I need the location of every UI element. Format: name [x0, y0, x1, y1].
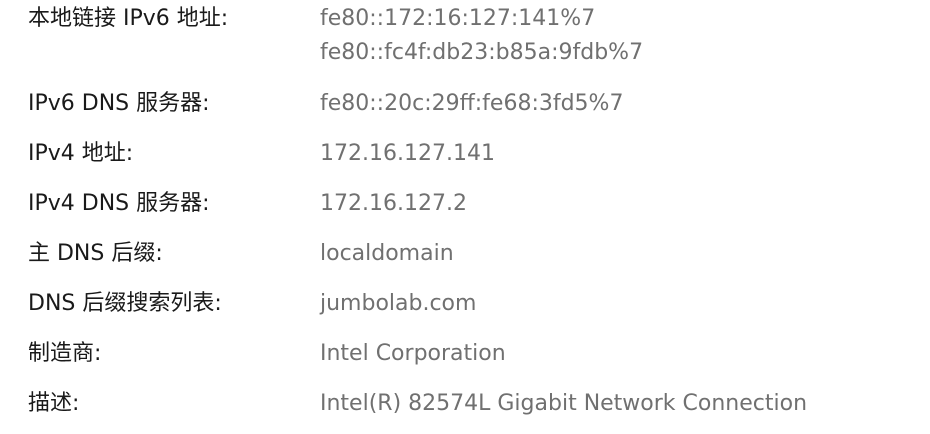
- property-value[interactable]: Intel Corporation: [320, 339, 506, 369]
- property-value-line[interactable]: fe80::172:16:127:141%7: [320, 4, 643, 38]
- property-value-line[interactable]: fe80::fc4f:db23:b85a:9fdb%7: [320, 38, 643, 72]
- property-label: IPv6 DNS 服务器:: [28, 91, 210, 116]
- property-value[interactable]: localdomain: [320, 239, 454, 269]
- property-value[interactable]: 172.16.127.141: [320, 139, 495, 169]
- property-value[interactable]: Intel(R) 82574L Gigabit Network Connecti…: [320, 389, 807, 419]
- property-label: 本地链接 IPv6 地址:: [28, 6, 229, 31]
- property-label: 主 DNS 后缀:: [28, 241, 163, 266]
- property-label: IPv4 地址:: [28, 141, 134, 166]
- property-label: IPv4 DNS 服务器:: [28, 191, 210, 216]
- property-label: DNS 后缀搜索列表:: [28, 291, 222, 316]
- property-value[interactable]: fe80::20c:29ff:fe68:3fd5%7: [320, 89, 623, 119]
- property-label: 制造商:: [28, 341, 102, 366]
- property-value[interactable]: jumbolab.com: [320, 289, 476, 319]
- property-label: 描述:: [28, 391, 80, 416]
- property-value[interactable]: fe80::172:16:127:141%7 fe80::fc4f:db23:b…: [320, 4, 643, 72]
- property-value[interactable]: 172.16.127.2: [320, 189, 467, 219]
